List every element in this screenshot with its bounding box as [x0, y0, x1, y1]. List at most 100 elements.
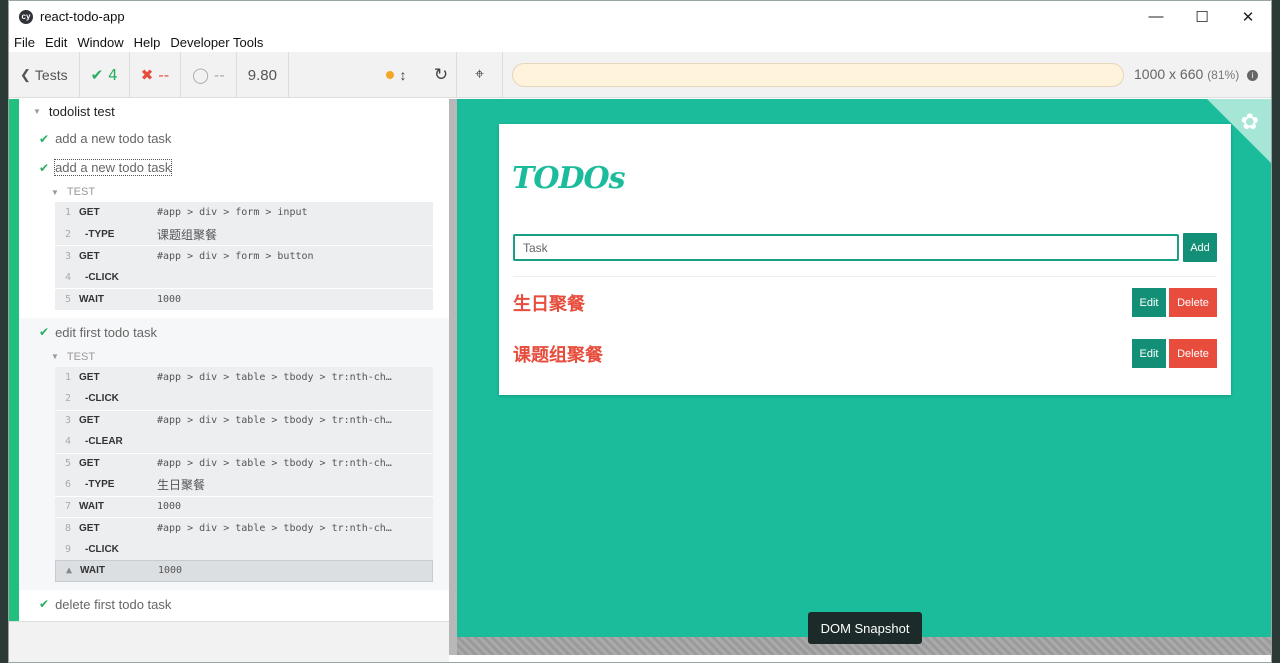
- command-number: 3: [64, 250, 71, 262]
- command-message: #app > div > table > tbody > tr:nth-ch…: [157, 458, 392, 470]
- dom-snapshot-badge: DOM Snapshot: [808, 612, 922, 644]
- command-message: 1000: [157, 293, 182, 305]
- test-title: add a new todo task: [55, 131, 172, 146]
- command-row[interactable]: 9 -CLICK: [55, 538, 433, 560]
- menu-window[interactable]: Window: [72, 35, 128, 50]
- command-row[interactable]: 1 GET #app > div > form > input: [55, 202, 433, 224]
- edit-button[interactable]: Edit: [1132, 288, 1166, 317]
- command-row[interactable]: 5 WAIT 1000: [55, 288, 433, 310]
- duration: 9.80: [237, 52, 289, 98]
- command-row[interactable]: 3 GET #app > div > form > button: [55, 245, 433, 267]
- command-row[interactable]: 6 -TYPE 生日聚餐: [55, 474, 433, 496]
- failed-stat: ✖ --: [130, 52, 182, 98]
- menu-developer-tools[interactable]: Developer Tools: [165, 35, 268, 50]
- command-message: 课题组聚餐: [157, 227, 218, 242]
- test-item[interactable]: ✔ add a new todo task: [19, 124, 449, 153]
- toolbar: ❮ Tests ✔ 4 ✖ -- ◯ -- 9.80 ↕ ↻ ⌖ 1000 x …: [9, 52, 1271, 98]
- reporter-footer: [9, 621, 449, 662]
- command-name: GET: [79, 415, 100, 427]
- command-number: 8: [64, 522, 71, 534]
- tests-back-button[interactable]: ❮ Tests: [9, 52, 80, 98]
- command-number: 4: [64, 436, 71, 448]
- maximize-button[interactable]: ☐: [1179, 1, 1225, 32]
- test-item-selected[interactable]: ✔ add a new todo task: [19, 153, 449, 182]
- info-icon[interactable]: i: [1247, 70, 1259, 81]
- pending-count: --: [213, 66, 225, 84]
- chevron-left-icon: ❮: [20, 67, 31, 82]
- todo-row: 生日聚餐 Edit Delete: [513, 288, 1217, 318]
- delete-button[interactable]: Delete: [1169, 339, 1217, 368]
- command-row[interactable]: 1 GET #app > div > table > tbody > tr:nth-…: [55, 366, 433, 388]
- test-section-header[interactable]: ▼ TEST: [45, 182, 449, 202]
- todo-row: 课题组聚餐 Edit Delete: [513, 339, 1217, 369]
- aut-header: ⌖ 1000 x 660 (81%) i: [457, 52, 1271, 98]
- todo-text: 课题组聚餐: [513, 345, 603, 366]
- x-icon: ✖: [140, 66, 154, 84]
- delete-button[interactable]: Delete: [1169, 288, 1217, 317]
- command-name: WAIT: [80, 565, 105, 577]
- check-icon: ✔: [39, 131, 50, 146]
- test-section-header[interactable]: ▼ TEST: [45, 347, 449, 367]
- test-title: delete first todo task: [55, 596, 172, 612]
- selector-playground-icon[interactable]: ⌖: [457, 52, 503, 98]
- pending-circle-icon: ◯: [192, 66, 209, 84]
- viewport-scale: (81%): [1207, 68, 1240, 82]
- command-number: 2: [64, 228, 71, 240]
- menu-file[interactable]: File: [9, 35, 40, 50]
- command-row[interactable]: 7 WAIT 1000: [55, 495, 433, 517]
- command-name: -CLEAR: [85, 436, 123, 448]
- command-row[interactable]: 4 -CLICK: [55, 266, 433, 288]
- auto-scroll-toggle[interactable]: ↕: [366, 52, 426, 98]
- command-row[interactable]: 2 -TYPE 课题组聚餐: [55, 223, 433, 245]
- divider: [513, 276, 1216, 277]
- command-row[interactable]: 3 GET #app > div > table > tbody > tr:nth-…: [55, 409, 433, 431]
- caret-down-icon: ▼: [33, 107, 41, 116]
- cypress-logo-icon: cy: [19, 9, 33, 24]
- command-row[interactable]: 8 GET #app > div > table > tbody > tr:nth-…: [55, 517, 433, 539]
- command-number: 2: [64, 393, 71, 405]
- command-row[interactable]: 5 GET #app > div > table > tbody > tr:nth-…: [55, 452, 433, 474]
- command-row[interactable]: 4 -CLEAR: [55, 431, 433, 453]
- todo-card: TODOs Task Add 生日聚餐 Edit Delete 课题组聚餐 Ed…: [499, 124, 1231, 395]
- section-label: TEST: [66, 186, 96, 198]
- command-name: GET: [79, 207, 100, 219]
- command-name: -TYPE: [85, 228, 115, 240]
- suite-header[interactable]: ▼ todolist test: [19, 99, 449, 124]
- command-number: 4: [64, 271, 71, 283]
- command-number: 1: [64, 207, 71, 219]
- add-button[interactable]: Add: [1183, 233, 1217, 262]
- command-name: -TYPE: [85, 479, 115, 491]
- minimize-button[interactable]: —: [1133, 1, 1179, 32]
- command-row-pinned[interactable]: ▲ WAIT 1000: [55, 560, 433, 582]
- command-list: 1 GET #app > div > form > input 2 -TYPE 课题组聚…: [55, 202, 433, 310]
- command-number: 3: [64, 415, 71, 427]
- test-body: ▼ TEST 1 GET #app > div > form > input 2 -T…: [19, 182, 449, 318]
- edit-button[interactable]: Edit: [1132, 339, 1166, 368]
- command-number: 5: [64, 293, 71, 305]
- command-row[interactable]: 2 -CLICK: [55, 388, 433, 410]
- window-title: react-todo-app: [40, 9, 125, 24]
- command-message: #app > div > table > tbody > tr:nth-ch…: [157, 371, 392, 383]
- test-item[interactable]: ✔ edit first todo task: [19, 318, 449, 347]
- viewport-size: 1000 x 660: [1134, 66, 1204, 82]
- command-message: #app > div > form > button: [157, 250, 314, 262]
- page-title: TODOs: [512, 161, 625, 196]
- command-number: 1: [64, 371, 71, 383]
- test-item[interactable]: ✔ delete first todo task: [19, 590, 449, 619]
- command-message: 1000: [158, 565, 183, 577]
- panel-divider[interactable]: [449, 99, 457, 655]
- menu-edit[interactable]: Edit: [40, 35, 72, 50]
- rerun-icon[interactable]: ↻: [426, 52, 456, 98]
- scroll-arrows-icon: ↕: [399, 67, 407, 83]
- task-input[interactable]: Task: [513, 234, 1179, 261]
- test-body: ▼ TEST 1 GET #app > div > table > tbody > …: [19, 346, 449, 590]
- menu-help[interactable]: Help: [129, 35, 166, 50]
- check-icon: ✔: [39, 325, 50, 339]
- command-name: -CLICK: [85, 393, 119, 405]
- github-octocat-icon[interactable]: ✿: [1241, 109, 1259, 135]
- close-button[interactable]: ✕: [1225, 1, 1271, 32]
- pending-stat: ◯ --: [181, 52, 237, 98]
- url-bar[interactable]: [512, 63, 1124, 87]
- command-name: -CLICK: [85, 543, 119, 555]
- check-icon: ✔: [39, 597, 50, 611]
